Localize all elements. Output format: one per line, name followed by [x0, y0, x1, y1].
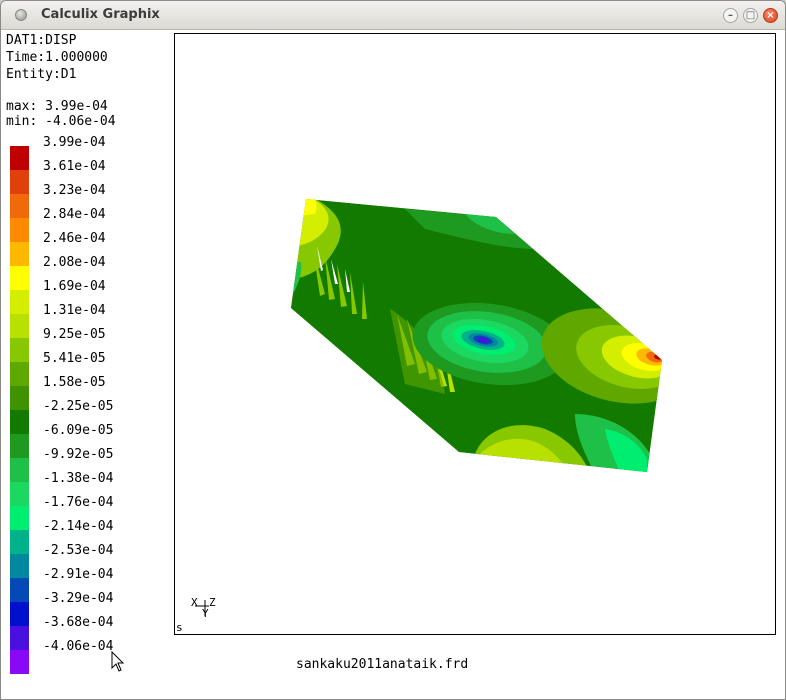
- legend-swatch: [10, 602, 29, 626]
- legend-swatch: [10, 242, 29, 266]
- legend-value: 1.31e-04: [43, 303, 106, 318]
- minimize-button[interactable]: –: [723, 8, 738, 23]
- legend-swatch: [10, 218, 29, 242]
- model-viewport[interactable]: X Z Y s: [174, 33, 776, 635]
- legend-swatch: [10, 434, 29, 458]
- legend-swatch: [10, 626, 29, 650]
- color-legend: [10, 146, 29, 674]
- time-label: Time:1.000000: [6, 50, 108, 65]
- svg-text:X: X: [191, 596, 198, 609]
- mouse-pointer-icon: [111, 651, 125, 672]
- app-window: Calculix Graphix – □ × DAT1:DISP Time:1.…: [0, 0, 786, 700]
- legend-value: 2.84e-04: [43, 207, 106, 222]
- legend-swatch: [10, 362, 29, 386]
- maximize-button[interactable]: □: [743, 8, 758, 23]
- legend-value: -4.06e-04: [43, 639, 114, 654]
- legend-value: 2.46e-04: [43, 231, 106, 246]
- legend-value: -2.53e-04: [43, 543, 114, 558]
- legend-value: -3.68e-04: [43, 615, 114, 630]
- window-menu-icon[interactable]: [15, 9, 27, 21]
- legend-value: -2.25e-05: [43, 399, 114, 414]
- min-label: min: -4.06e-04: [6, 114, 116, 129]
- legend-swatch: [10, 386, 29, 410]
- legend-swatch: [10, 482, 29, 506]
- legend-value: 3.99e-04: [43, 135, 106, 150]
- legend-swatch: [10, 506, 29, 530]
- legend-swatch: [10, 170, 29, 194]
- legend-swatch: [10, 458, 29, 482]
- close-button[interactable]: ×: [763, 8, 778, 23]
- legend-swatch: [10, 650, 29, 674]
- legend-value: 3.23e-04: [43, 183, 106, 198]
- fe-model-plot: X Z Y: [191, 199, 662, 620]
- dataset-label: DAT1:DISP: [6, 33, 77, 48]
- legend-value: -2.91e-04: [43, 567, 114, 582]
- axis-triad-icon: X Z Y: [191, 596, 216, 620]
- legend-value: -3.29e-04: [43, 591, 114, 606]
- entity-label: Entity:D1: [6, 67, 77, 82]
- viewport-corner-label: s: [176, 621, 183, 634]
- legend-value: -9.92e-05: [43, 447, 114, 462]
- legend-swatch: [10, 146, 29, 170]
- legend-value: 2.08e-04: [43, 255, 106, 270]
- title-bar[interactable]: Calculix Graphix – □ ×: [1, 1, 785, 30]
- legend-swatch: [10, 194, 29, 218]
- contour-field: [291, 199, 662, 472]
- legend-value: 5.41e-05: [43, 351, 106, 366]
- legend-swatch: [10, 554, 29, 578]
- legend-swatch: [10, 338, 29, 362]
- legend-value: -2.14e-04: [43, 519, 114, 534]
- legend-value: -1.38e-04: [43, 471, 114, 486]
- svg-text:Z: Z: [209, 596, 216, 609]
- legend-swatch: [10, 266, 29, 290]
- legend-value: 1.69e-04: [43, 279, 106, 294]
- legend-value: 9.25e-05: [43, 327, 106, 342]
- legend-value: 3.61e-04: [43, 159, 106, 174]
- legend-value: -1.76e-04: [43, 495, 114, 510]
- filename-label: sankaku2011anataik.frd: [296, 657, 469, 672]
- legend-swatch: [10, 410, 29, 434]
- legend-swatch: [10, 530, 29, 554]
- legend-value: 1.58e-05: [43, 375, 106, 390]
- legend-value: -6.09e-05: [43, 423, 114, 438]
- window-title: Calculix Graphix: [41, 7, 160, 22]
- legend-swatch: [10, 578, 29, 602]
- legend-swatch: [10, 314, 29, 338]
- legend-swatch: [10, 290, 29, 314]
